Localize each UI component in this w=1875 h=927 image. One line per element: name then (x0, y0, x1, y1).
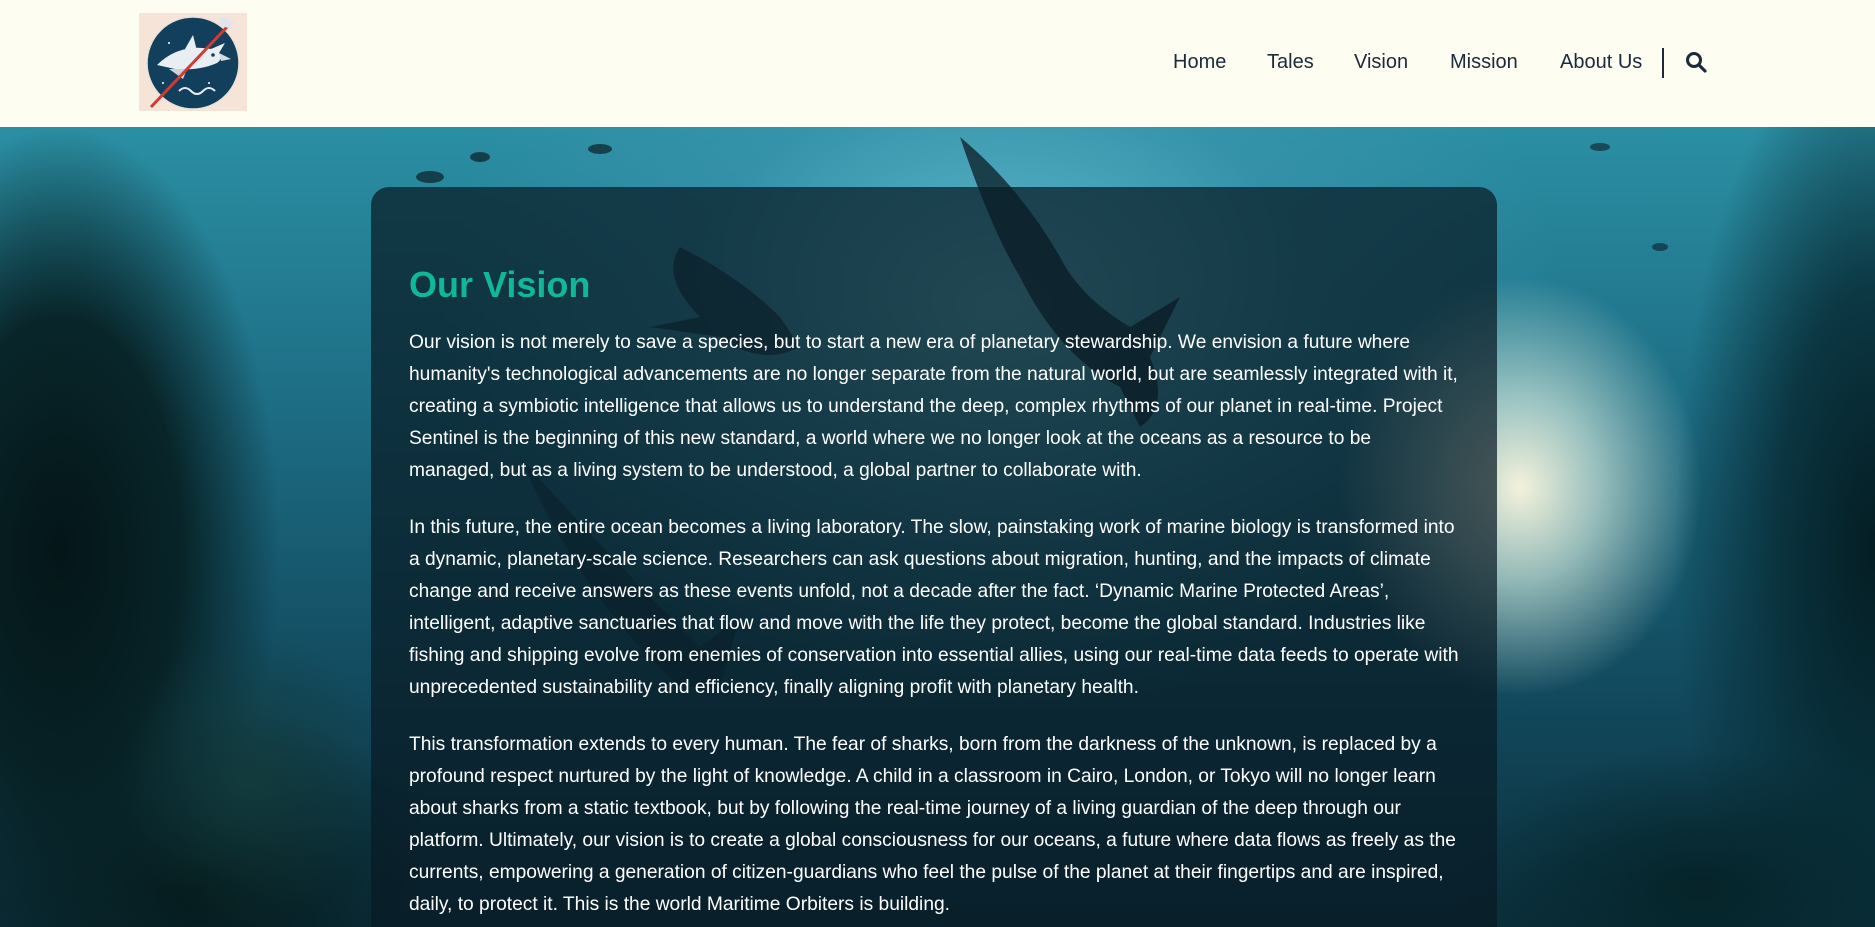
search-icon[interactable] (1684, 50, 1708, 74)
vision-paragraph-2: In this future, the entire ocean becomes… (409, 517, 1459, 698)
vision-content-card: Our Vision Our vision is not merely to s… (371, 187, 1497, 927)
nav-tales[interactable]: Tales (1267, 44, 1314, 80)
nav-vision[interactable]: Vision (1354, 44, 1408, 80)
vision-paragraph-1: Our vision is not merely to save a speci… (409, 332, 1458, 481)
nav-about-us[interactable]: About Us (1560, 44, 1642, 80)
vision-paragraph-3: This transformation extends to every hum… (409, 734, 1456, 915)
site-logo[interactable] (139, 13, 247, 111)
page-title: Our Vision (409, 264, 591, 305)
hero-background: Our Vision Our vision is not merely to s… (0, 127, 1875, 927)
nav-home[interactable]: Home (1173, 44, 1226, 80)
shark-satellite-emblem-icon (146, 16, 240, 110)
nav-mission[interactable]: Mission (1450, 44, 1518, 80)
nav-divider (1662, 48, 1664, 78)
site-header: Home Tales Vision Mission About Us (0, 0, 1875, 127)
